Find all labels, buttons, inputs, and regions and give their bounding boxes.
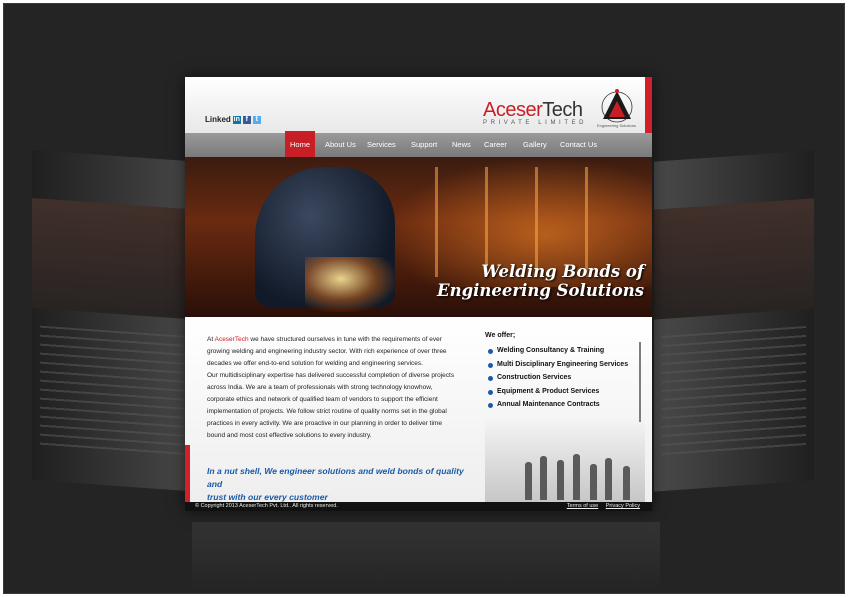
left-faded-page-preview [32,150,202,492]
offer-title: We offer; [485,332,516,339]
emblem-caption: Engineering Solutions [597,123,636,128]
tagline-line1: Welding Bonds of [481,262,644,281]
offer-item-label: Welding Consultancy & Training [497,347,605,354]
welding-sparks [305,257,395,312]
main-content: At AceserTech we have structured ourselv… [185,317,652,502]
company-name-highlight: AceserTech [214,336,249,343]
left-preview-banner [32,198,202,320]
intro-prefix: At [207,336,214,343]
copyright-text: © Copyright 2013 AceserTech Pvt. Ltd.. A… [195,503,338,509]
screenshot-stage: Linked in f t AceserTech PRIVATE LIMITED… [0,0,848,597]
offer-item[interactable]: Annual Maintenance Contracts [485,398,645,412]
person-silhouette [540,456,547,500]
logo-name-part2: Tech [542,99,583,121]
person-silhouette [557,460,564,500]
terms-link[interactable]: Terms of use [567,503,598,509]
plant-structure [585,167,588,277]
offer-item[interactable]: Construction Services [485,371,645,385]
nutshell-statement: In a nut shell, We engineer solutions an… [207,465,477,504]
person-silhouette [573,454,580,500]
nav-gallery[interactable]: Gallery [523,133,547,157]
plant-structure [435,167,438,277]
linkedin-icon[interactable]: in [232,115,241,124]
intro-line: decades we offer end-to-end solution for… [207,360,423,367]
intro-line: practices in every activity. We are proa… [207,420,442,427]
intro-line: implementation of projects. We follow st… [207,408,447,415]
nav-career[interactable]: Career [484,133,507,157]
offer-item-label: Equipment & Product Services [497,387,600,395]
bullet-icon [488,376,493,382]
logo-name-part1: Aceser [483,99,543,121]
nav-home[interactable]: Home [285,131,316,157]
main-navigation: Home About Us Services Support News Care… [185,131,652,157]
nav-about-us[interactable]: About Us [325,133,356,157]
site-header: Linked in f t AceserTech PRIVATE LIMITED… [185,77,652,133]
nav-contact-us[interactable]: Contact Us [560,133,597,157]
linkedin-label[interactable]: Linked [205,115,231,124]
logo-subtitle: PRIVATE LIMITED [483,120,588,126]
logo-name: AceserTech [483,99,587,122]
plant-structure [485,167,488,277]
offer-item-label: Multi Disciplinary Engineering Services [497,360,629,368]
services-offer-list: We offer; Welding Consultancy & Training… [485,332,645,422]
site-footer: © Copyright 2013 AceserTech Pvt. Ltd.. A… [185,502,652,511]
intro-line: growing welding and engineering industry… [207,348,447,355]
website-page: Linked in f t AceserTech PRIVATE LIMITED… [185,77,652,511]
intro-line: corporate ethics and network of qualifie… [207,396,438,403]
nutshell-line1: In a nut shell, We engineer solutions an… [207,466,464,489]
bullet-icon [488,389,493,395]
facebook-icon[interactable]: f [242,115,251,124]
left-preview-text-lines [40,325,194,457]
twitter-icon[interactable]: t [252,115,261,124]
offer-item-label: Construction Services [497,374,572,382]
person-silhouette [605,458,612,500]
footer-links: Terms of use Privacy Policy [561,502,640,511]
nav-news[interactable]: News [452,133,471,157]
intro-paragraph: At AceserTech we have structured ourselv… [207,334,472,442]
tagline-line2: Engineering Solutions [437,281,644,300]
person-silhouette [525,462,532,500]
header-red-accent [645,77,652,133]
hero-banner: Welding Bonds of Engineering Solutions [185,157,652,317]
offer-item-label: Annual Maintenance Contracts [497,401,600,409]
intro-line-text: we have structured ourselves in tune wit… [248,336,442,343]
offer-divider [639,342,641,422]
offer-item[interactable]: Welding Consultancy & Training [485,344,645,358]
business-people-image [485,417,645,502]
company-logo[interactable]: AceserTech PRIVATE LIMITED [483,99,587,126]
intro-line: bound and most cost effective solutions … [207,432,372,439]
intro-line: Our multidisciplinary expertise has deli… [207,372,455,379]
person-silhouette [623,466,630,500]
person-silhouette [590,464,597,500]
right-preview-banner [654,198,814,320]
bullet-icon [488,349,493,354]
nav-services[interactable]: Services [367,133,396,157]
right-preview-text-lines [662,325,806,457]
page-reflection [192,522,660,592]
offer-item[interactable]: Multi Disciplinary Engineering Services [485,358,645,372]
privacy-link[interactable]: Privacy Policy [606,503,640,509]
right-faded-page-preview [654,150,814,492]
social-links: Linked in f t [205,115,261,124]
intro-line: across India. We are a team of professio… [207,384,433,391]
bullet-icon [488,403,493,409]
offer-item[interactable]: Equipment & Product Services [485,385,645,399]
plant-structure [535,167,538,277]
nav-support[interactable]: Support [411,133,437,157]
banner-tagline: Welding Bonds of Engineering Solutions [437,262,644,300]
intro-line: At AceserTech we have structured ourselv… [207,334,472,346]
bullet-icon [488,362,493,368]
content-red-accent [185,445,190,502]
